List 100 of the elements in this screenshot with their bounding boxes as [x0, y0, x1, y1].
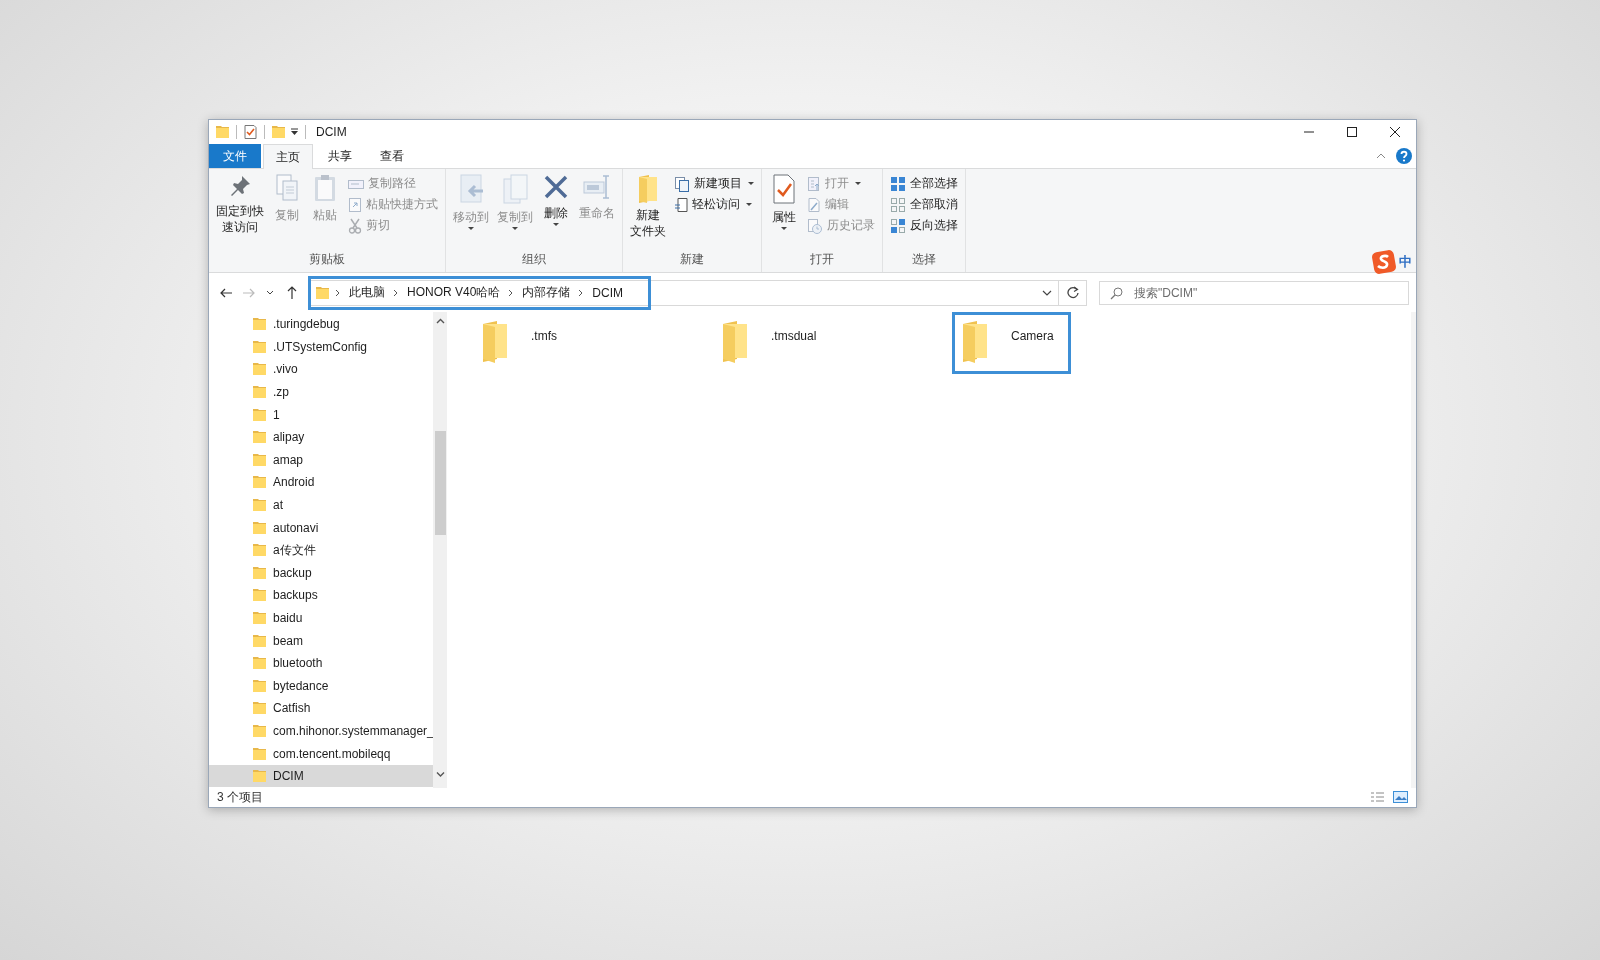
maximize-icon: [1346, 127, 1357, 137]
tree-item[interactable]: com.hihonor.systemmanager_: [209, 719, 433, 743]
chevron-icon: [508, 288, 515, 297]
delete-icon: [542, 173, 570, 201]
folder-icon: [252, 338, 267, 355]
scroll-down-icon[interactable]: [435, 771, 445, 778]
tree-item[interactable]: Android: [209, 471, 433, 494]
folder-icon: [252, 316, 267, 333]
folder-icon: [481, 320, 509, 364]
folder-item[interactable]: .tmfs: [472, 312, 574, 374]
clipboard-icon: [313, 173, 337, 203]
tree-item[interactable]: .vivo: [209, 358, 433, 381]
folder-icon: [215, 124, 230, 140]
details-view-icon[interactable]: [1370, 791, 1385, 803]
tree-item[interactable]: .zp: [209, 380, 433, 404]
close-icon: [1389, 127, 1400, 137]
ribbon-tab[interactable]: 文件: [209, 144, 261, 168]
tree-item[interactable]: com.tencent.mobileqq: [209, 742, 433, 765]
search-icon: [1110, 286, 1123, 300]
input-mode-label: 中: [1399, 253, 1412, 271]
folder-icon: [252, 700, 267, 717]
tree-item[interactable]: baidu: [209, 606, 433, 630]
ribbon-button[interactable]: 轻松访问: [671, 194, 757, 215]
dropdown-icon[interactable]: [290, 127, 299, 137]
folder-icon: [252, 451, 267, 468]
input-method-icon[interactable]: [1372, 250, 1396, 274]
new-item-icon: [674, 175, 690, 192]
properties-icon[interactable]: [243, 124, 258, 140]
chevron-down-icon: [1042, 289, 1052, 296]
tree-item[interactable]: at: [209, 493, 433, 517]
tree-item[interactable]: bytedance: [209, 674, 433, 698]
ribbon-button[interactable]: 全部选择: [887, 173, 961, 194]
documents-icon: [501, 173, 529, 205]
ribbon-button[interactable]: 属性: [766, 171, 802, 249]
folder-icon: [637, 173, 659, 203]
tree-item[interactable]: a传文件: [209, 538, 433, 562]
tree-item[interactable]: backup: [209, 561, 433, 585]
tree-item[interactable]: .turingdebug: [209, 313, 433, 336]
refresh-button[interactable]: [1059, 279, 1087, 306]
large-icons-view-icon[interactable]: [1393, 791, 1408, 803]
folder-icon: [252, 610, 267, 626]
group-label: 新建: [679, 251, 705, 268]
window-title: DCIM: [316, 125, 347, 139]
folder-icon: [315, 284, 330, 301]
help-icon[interactable]: [1396, 148, 1412, 164]
folder-icon: [252, 632, 267, 649]
ribbon-button[interactable]: 新建项目: [671, 173, 757, 194]
tree-item[interactable]: bluetooth: [209, 651, 433, 675]
folder-icon: [252, 384, 267, 401]
group-label: 打开: [809, 251, 835, 268]
breadcrumb[interactable]: 此电脑: [346, 282, 388, 303]
rename-icon: [582, 173, 612, 201]
group-label: 剪贴板: [308, 251, 346, 268]
ribbon-button[interactable]: 反向选择: [887, 215, 961, 236]
select-none-icon: [890, 196, 906, 213]
open-icon: [807, 175, 821, 192]
ribbon-tab[interactable]: 主页: [263, 144, 313, 169]
ribbon-tab[interactable]: 共享: [315, 144, 365, 168]
tree-item[interactable]: backups: [209, 584, 433, 607]
folder-icon: [252, 745, 267, 762]
folder-icon: [252, 474, 267, 491]
folder-icon: [252, 564, 267, 581]
folder-item[interactable]: Camera: [952, 312, 1071, 374]
ribbon-button[interactable]: 固定到快 速访问: [213, 171, 267, 249]
search-field[interactable]: 搜索"DCIM": [1099, 280, 1409, 305]
history-icon: [807, 217, 823, 234]
tree-item[interactable]: 1: [209, 403, 433, 426]
folder-icon: [252, 361, 267, 378]
tree-item[interactable]: DCIM: [209, 764, 433, 788]
folder-item[interactable]: .tmsdual: [712, 312, 834, 374]
chevron-icon: [578, 288, 585, 297]
properties-icon: [771, 173, 797, 205]
tree-item[interactable]: beam: [209, 629, 433, 652]
breadcrumb[interactable]: HONOR V40哈哈: [404, 282, 504, 303]
scroll-up-icon[interactable]: [435, 318, 445, 325]
scrollbar[interactable]: [433, 312, 447, 788]
select-all-icon: [890, 175, 906, 192]
collapse-icon[interactable]: [1376, 152, 1386, 160]
tree-item[interactable]: alipay: [209, 425, 433, 449]
tree-item[interactable]: Catfish: [209, 697, 433, 720]
ribbon-tab[interactable]: 查看: [367, 144, 417, 168]
invert-selection-icon: [890, 217, 906, 234]
ribbon-button[interactable]: 删除: [538, 171, 574, 249]
tree-item[interactable]: autonavi: [209, 516, 433, 539]
edit-icon: [807, 196, 821, 213]
breadcrumb[interactable]: 内部存储: [519, 282, 574, 303]
ribbon-button[interactable]: 全部取消: [887, 194, 961, 215]
folder-icon: [252, 406, 267, 423]
breadcrumb[interactable]: DCIM: [589, 283, 627, 302]
chevron-icon: [393, 288, 399, 297]
group-label: 组织: [521, 251, 547, 268]
item-count: 3 个项目: [217, 788, 263, 806]
folder-icon: [252, 677, 267, 694]
tree-item[interactable]: .UTSystemConfig: [209, 335, 433, 359]
folder-icon: [252, 497, 267, 514]
forward-icon: [241, 286, 255, 299]
scrollbar-thumb[interactable]: [434, 431, 446, 535]
tree-item[interactable]: amap: [209, 448, 433, 472]
ribbon-button[interactable]: 新建 文件夹: [627, 171, 669, 249]
up-icon: [286, 285, 298, 300]
